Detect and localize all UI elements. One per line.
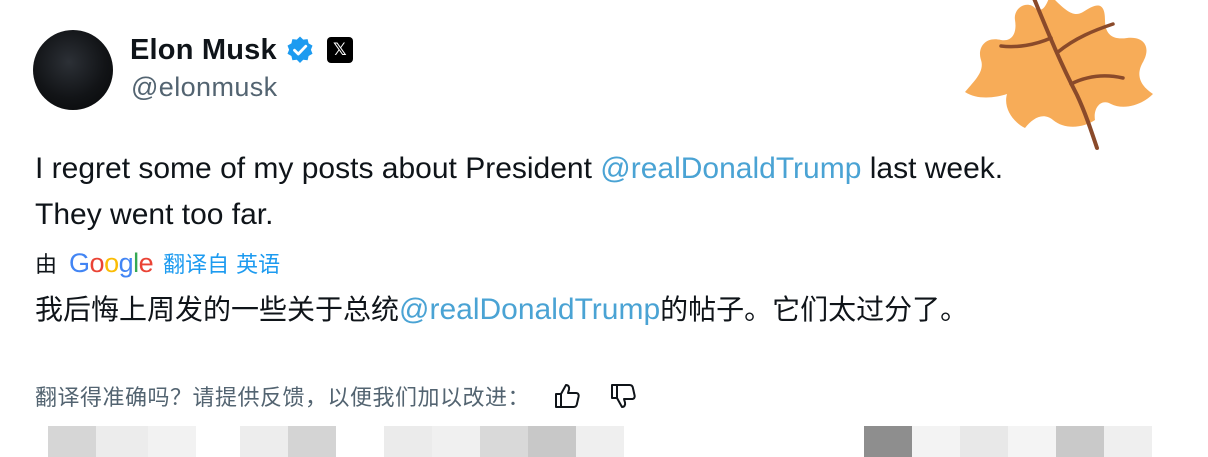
author-name-row: Elon Musk 𝕏 bbox=[130, 30, 353, 70]
mention-link[interactable]: @realDonaldTrump bbox=[600, 152, 861, 185]
post-text-line-2: They went too far. bbox=[35, 198, 274, 231]
blurred-block bbox=[96, 426, 148, 457]
feedback-prompt: 翻译得准确吗？请提供反馈，以便我们加以改进： bbox=[35, 386, 531, 411]
thumbs-up-icon[interactable] bbox=[550, 379, 584, 413]
blurred-action-bar bbox=[0, 426, 1208, 457]
blurred-block bbox=[1008, 426, 1056, 457]
blurred-block bbox=[480, 426, 528, 457]
blurred-block bbox=[48, 426, 96, 457]
blurred-block bbox=[1056, 426, 1104, 457]
post-text-segment: last week. bbox=[861, 152, 1004, 185]
blurred-block bbox=[148, 426, 196, 457]
blurred-block bbox=[1104, 426, 1152, 457]
translated-text-segment: 我后悔上周发的一些关于总统 bbox=[35, 293, 400, 326]
blurred-block bbox=[240, 426, 288, 457]
post-text-line-1: I regret some of my posts about Presiden… bbox=[35, 146, 1185, 192]
google-letter: g bbox=[118, 247, 134, 278]
blurred-block bbox=[576, 426, 624, 457]
blurred-block bbox=[864, 426, 912, 457]
translation-feedback-row: 翻译得准确吗？请提供反馈，以便我们加以改进： bbox=[35, 378, 640, 414]
thumbs-down-icon[interactable] bbox=[606, 379, 640, 413]
translated-from-link[interactable]: 翻译自 英语 bbox=[163, 247, 280, 279]
blurred-block bbox=[528, 426, 576, 457]
google-logo[interactable]: Google bbox=[69, 247, 154, 279]
author-handle[interactable]: @elonmusk bbox=[131, 72, 278, 103]
post-text: I regret some of my posts about Presiden… bbox=[35, 146, 1185, 238]
translated-by-row: 由 Google 翻译自 英语 bbox=[35, 246, 280, 280]
post-text-segment: I regret some of my posts about Presiden… bbox=[35, 152, 601, 185]
translated-mention-link[interactable]: @realDonaldTrump bbox=[399, 293, 660, 326]
author-display-name[interactable]: Elon Musk bbox=[130, 34, 277, 67]
google-letter: o bbox=[89, 247, 105, 278]
google-letter: G bbox=[69, 247, 90, 278]
verified-badge-icon bbox=[285, 35, 315, 65]
translated-text-segment: 的帖子。它们太过分了。 bbox=[660, 293, 969, 326]
translated-by-label: 由 bbox=[35, 253, 58, 278]
x-logo-icon: 𝕏 bbox=[326, 37, 353, 63]
maple-leaf-icon bbox=[955, 0, 1160, 160]
blurred-block bbox=[912, 426, 960, 457]
google-letter: o bbox=[104, 247, 119, 278]
blurred-block bbox=[960, 426, 1008, 457]
blurred-block bbox=[288, 426, 336, 457]
translated-post-text: 我后悔上周发的一些关于总统@realDonaldTrump的帖子。它们太过分了。 bbox=[35, 287, 1185, 333]
blurred-block bbox=[384, 426, 432, 457]
google-letter: e bbox=[138, 247, 154, 278]
avatar[interactable] bbox=[33, 30, 113, 110]
blurred-block bbox=[432, 426, 480, 457]
